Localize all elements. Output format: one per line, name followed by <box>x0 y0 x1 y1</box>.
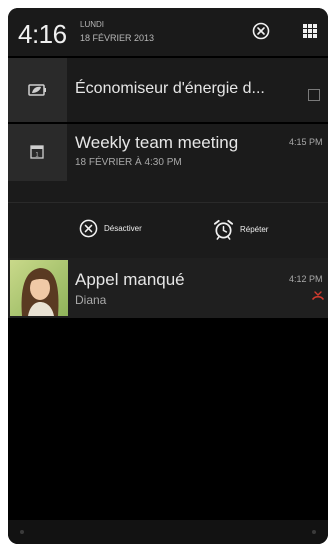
notification-time: 4:12 PM <box>289 274 323 284</box>
snooze-button[interactable]: Répéter <box>213 219 268 240</box>
date-block: LUNDI 18 FÉVRIER 2013 <box>80 20 154 43</box>
notification-missed-call[interactable]: Appel manqué Diana 4:12 PM <box>8 258 328 318</box>
caller-name: Diana <box>75 293 107 307</box>
contact-photo <box>10 260 68 316</box>
clock-time: 4:16 <box>18 19 67 49</box>
close-circle-icon <box>79 219 98 238</box>
notification-power-saver[interactable]: Économiseur d'énergie d... <box>8 58 328 122</box>
dismiss-label: Désactiver <box>104 224 142 233</box>
notification-calendar[interactable]: 1 Weekly team meeting 18 FÉVRIER À 4:30 … <box>8 124 328 258</box>
weekday-label: LUNDI <box>80 20 105 29</box>
missed-call-icon <box>312 291 324 300</box>
dismiss-button[interactable]: Désactiver <box>79 219 142 238</box>
clear-all-icon[interactable] <box>252 22 270 40</box>
calendar-icon: 1 <box>30 145 44 159</box>
status-header: 4:16 LUNDI 18 FÉVRIER 2013 <box>8 8 328 56</box>
notification-subtitle: 18 FÉVRIER À 4:30 PM <box>75 157 182 168</box>
bottom-handle-bar[interactable] <box>8 520 328 544</box>
notification-title: Appel manqué <box>75 270 185 289</box>
notification-icon-cell <box>8 58 67 122</box>
battery-leaf-icon <box>28 84 46 96</box>
grid-icon[interactable] <box>302 23 318 39</box>
notification-title: Économiseur d'énergie d... <box>75 80 265 97</box>
notification-panel: 4:16 LUNDI 18 FÉVRIER 2013 Économiseur d… <box>8 8 328 544</box>
snooze-label: Répéter <box>240 225 269 234</box>
notification-title: Weekly team meeting <box>75 133 239 152</box>
handle-dot <box>20 530 24 534</box>
handle-dot <box>312 530 316 534</box>
notification-time: 4:15 PM <box>289 137 323 147</box>
power-saver-checkbox[interactable] <box>308 89 320 101</box>
notification-actions: Désactiver Répéter <box>8 202 328 253</box>
date-label: 18 FÉVRIER 2013 <box>80 33 155 43</box>
notification-icon-cell: 1 <box>8 124 67 181</box>
alarm-clock-icon <box>213 219 234 240</box>
